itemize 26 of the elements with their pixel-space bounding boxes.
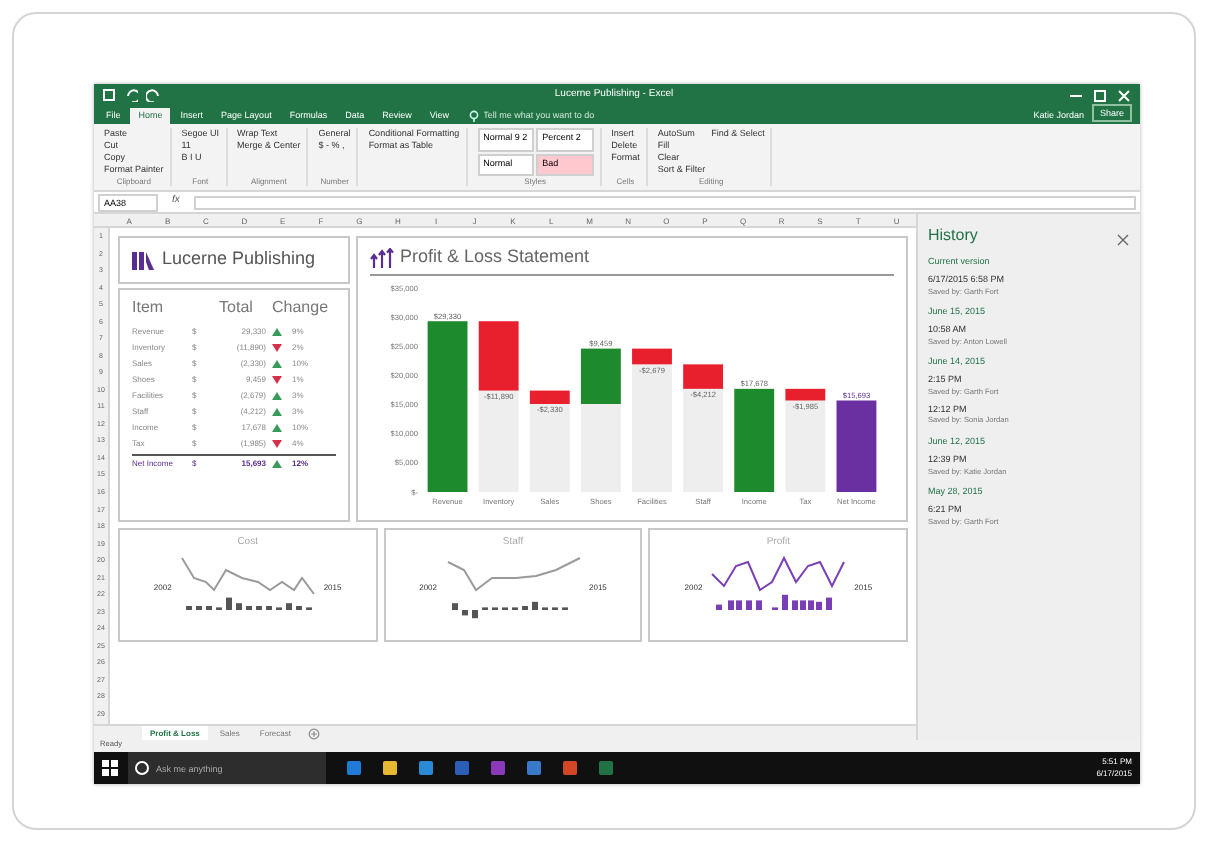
app-tile-icon[interactable]	[418, 760, 434, 776]
app-tile-icon[interactable]	[490, 760, 506, 776]
maximize-icon[interactable]	[1092, 87, 1108, 103]
app-tile-icon[interactable]	[454, 760, 470, 776]
lightbulb-icon	[467, 109, 480, 123]
company-name: Lucerne Publishing	[162, 246, 316, 273]
app-tile-icon[interactable]	[346, 760, 362, 776]
chart-title: Profit & Loss Statement	[400, 244, 590, 270]
arrows-up-icon	[370, 247, 394, 268]
save-icon[interactable]	[102, 88, 116, 102]
app-tile-icon[interactable]	[562, 760, 578, 776]
column-heading: Total	[217, 296, 255, 320]
app-tile-icon[interactable]	[598, 760, 614, 776]
close-icon[interactable]	[1116, 87, 1132, 103]
undo-icon[interactable]	[124, 88, 138, 102]
pane-title: History	[928, 224, 978, 248]
add-sheet-icon[interactable]	[308, 727, 321, 739]
formula-field[interactable]	[193, 195, 1136, 209]
circle-icon[interactable]	[134, 760, 150, 776]
windows-logo-icon[interactable]	[102, 760, 118, 776]
column-heading: Item	[132, 296, 166, 320]
redo-icon[interactable]	[146, 88, 160, 102]
column-heading: Change	[272, 296, 331, 320]
app-tile-icon[interactable]	[382, 760, 398, 776]
logo-icon	[132, 249, 154, 271]
app-tile-icon[interactable]	[526, 760, 542, 776]
